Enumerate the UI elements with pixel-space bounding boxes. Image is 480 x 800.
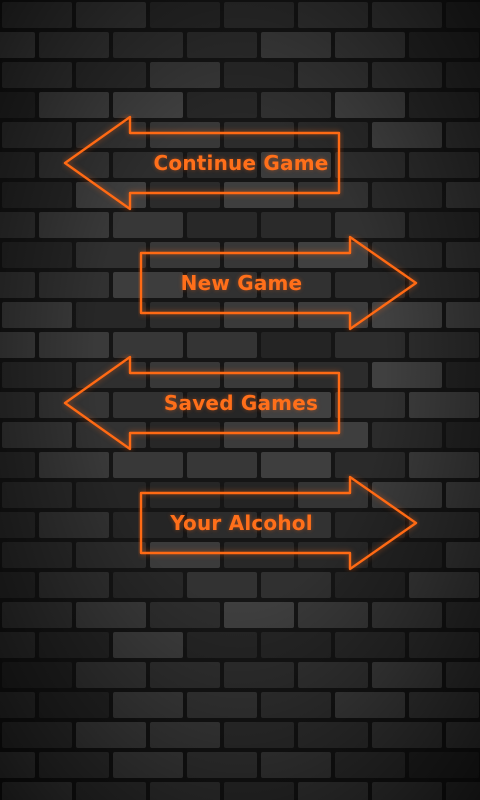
continue-game-button[interactable]: Continue Game xyxy=(62,114,344,212)
saved-games-label: Saved Games xyxy=(163,391,319,415)
saved-games-button[interactable]: Saved Games xyxy=(62,354,344,452)
your-alcohol-label: Your Alcohol xyxy=(170,511,313,535)
new-game-label: New Game xyxy=(180,271,303,295)
your-alcohol-button[interactable]: Your Alcohol xyxy=(138,474,420,572)
new-game-button[interactable]: New Game xyxy=(138,234,420,332)
continue-game-label: Continue Game xyxy=(153,151,329,175)
